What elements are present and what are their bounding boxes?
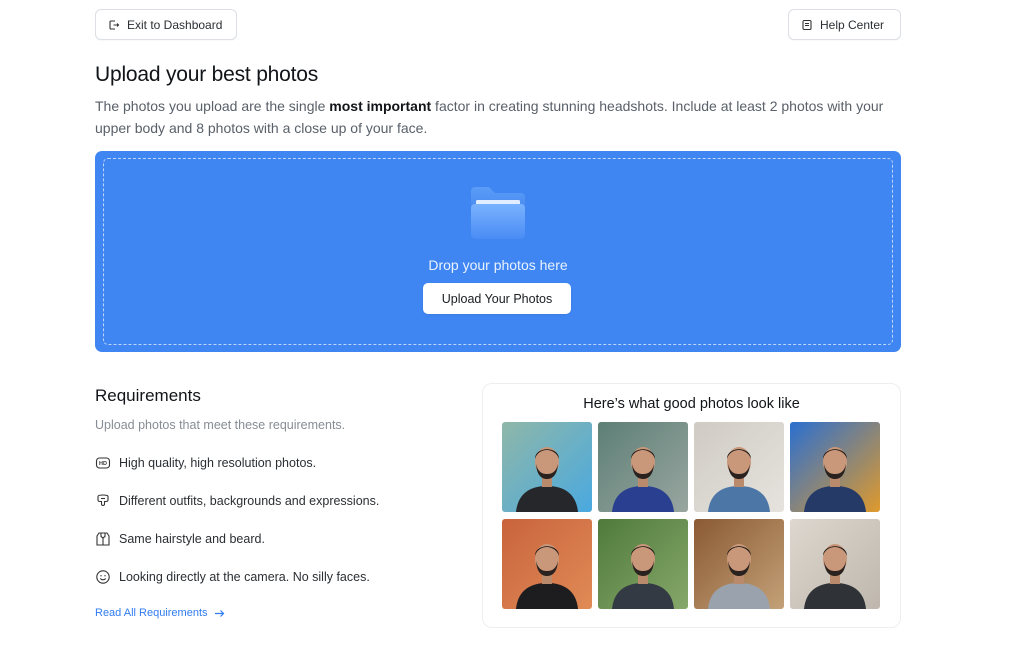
page-description: The photos you upload are the single mos… [95,95,915,139]
requirements-title: Requirements [95,386,201,405]
person-photo [790,519,880,609]
help-center-button[interactable]: Help Center [788,9,901,40]
example-photo [790,422,880,512]
requirement-label: Same hairstyle and beard. [119,532,265,546]
desc-bold: most important [329,98,432,114]
svg-text:HD: HD [99,461,107,467]
dropzone-text: Drop your photos here [428,257,568,273]
example-photo [790,519,880,609]
requirement-label: Different outfits, backgrounds and expre… [119,494,380,508]
person-photo [502,422,592,512]
read-all-label: Read All Requirements [95,607,208,619]
example-photo [694,422,784,512]
read-all-requirements-link[interactable]: Read All Requirements [95,607,225,619]
example-photo [598,422,688,512]
person-photo [502,519,592,609]
desc-part-1: The photos you upload are the single [95,98,330,114]
exit-icon [109,19,120,30]
page-title: Upload your best photos [95,63,319,86]
photo-dropzone[interactable]: Drop your photos here Upload Your Photos [95,151,901,352]
example-photo-grid [502,422,880,609]
requirement-label: Looking directly at the camera. No silly… [119,570,370,584]
arrow-right-icon [214,609,224,617]
requirements-subtitle: Upload photos that meet these requiremen… [95,418,346,432]
shirt-icon [97,494,109,506]
help-doc-icon [802,19,812,30]
hair-icon [96,532,110,546]
requirement-item: Different outfits, backgrounds and expre… [95,493,379,509]
requirement-label: High quality, high resolution photos. [119,456,317,470]
smile-icon [96,570,110,584]
person-photo [790,422,880,512]
requirement-item: Same hairstyle and beard. [95,531,265,547]
person-photo [694,519,784,609]
exit-label: Exit to Dashboard [127,17,223,32]
example-photo [502,519,592,609]
exit-to-dashboard-button[interactable]: Exit to Dashboard [95,9,237,40]
help-label: Help Center [820,17,885,32]
requirement-item: Looking directly at the camera. No silly… [95,569,370,585]
example-photo [694,519,784,609]
requirement-item: HD High quality, high resolution photos. [95,455,316,471]
person-photo [694,422,784,512]
gallery-title: Here’s what good photos look like [583,396,800,412]
hd-icon: HD [95,457,111,469]
example-photo [598,519,688,609]
folder-icon [471,187,525,239]
example-photo [502,422,592,512]
person-photo [598,422,688,512]
example-photos-card: Here’s what good photos look like [482,383,901,628]
upload-photos-button[interactable]: Upload Your Photos [423,283,571,314]
person-photo [598,519,688,609]
